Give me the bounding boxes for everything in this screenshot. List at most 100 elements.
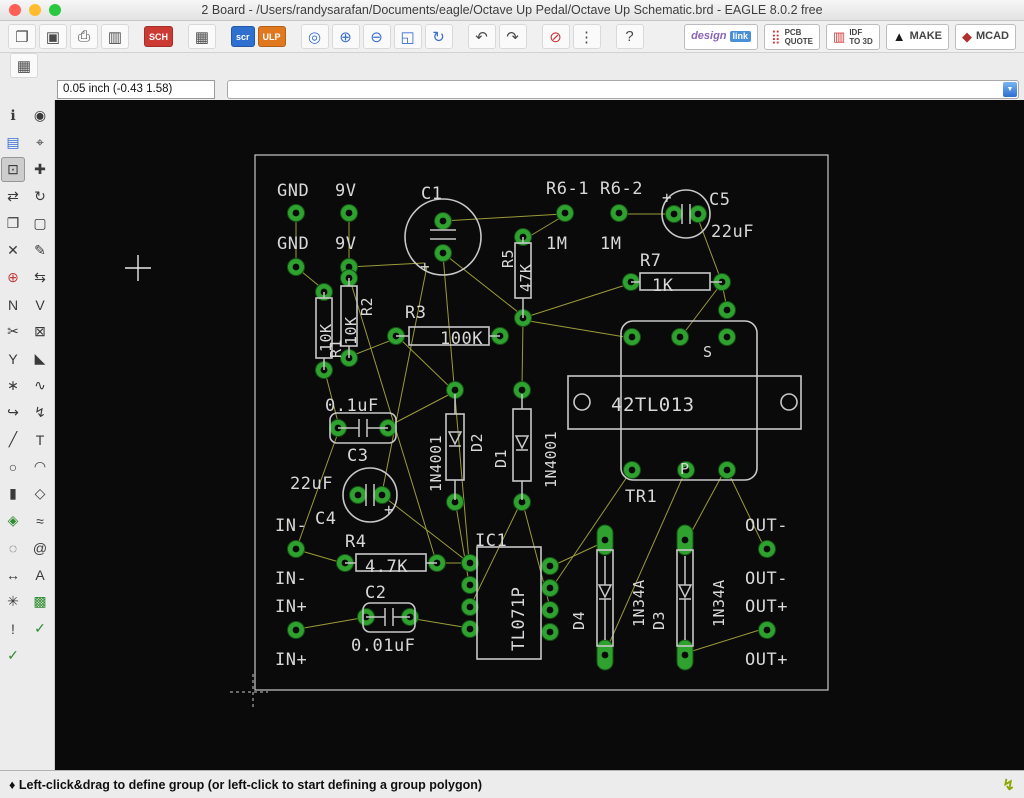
copy-tool[interactable]: ❐ [1,211,25,236]
split-tool[interactable]: Y [1,346,25,371]
svg-text:R4: R4 [345,532,366,552]
make-button[interactable]: ▲ MAKE [885,23,949,50]
rotate-tool[interactable]: ↻ [28,184,52,209]
polygon-tool[interactable]: ◇ [28,481,52,506]
zoom-select-icon[interactable]: ◱ [393,24,422,49]
rect-tool[interactable]: ▮ [1,481,25,506]
svg-text:+: + [662,188,672,207]
zoom-redraw-icon[interactable]: ↻ [424,24,453,49]
show-tool[interactable]: ◉ [28,103,52,128]
autorouter-tool[interactable]: A [28,562,52,587]
svg-text:D3: D3 [650,611,668,630]
paste-tool[interactable]: ▢ [28,211,52,236]
svg-text:1N4001: 1N4001 [542,431,560,488]
wire-tool[interactable]: ╱ [1,427,25,452]
open-board-button[interactable]: ❐ [8,24,36,49]
replace-tool[interactable]: ⊕ [1,265,25,290]
signal-tool[interactable]: ≈ [28,508,52,533]
zoom-fit-icon[interactable]: ◎ [300,24,329,49]
mcad-button[interactable]: ◆ MCAD [955,23,1016,50]
svg-text:OUT-: OUT- [745,569,788,589]
text-tool[interactable]: T [28,427,52,452]
command-combo[interactable]: ▼ [227,79,1019,99]
name-tool[interactable]: N [1,292,25,317]
design-link-button-label: design link [691,31,752,42]
pcb-quote-button[interactable]: ⣿ PCB QUOTE [764,23,821,50]
ratsnest-tool[interactable]: ✳ [1,589,25,614]
svg-text:R5: R5 [499,249,517,268]
dimension-tool[interactable]: ↔ [1,562,25,587]
command-input[interactable] [230,80,1000,98]
display-layers-tool[interactable]: ▤ [1,130,25,155]
mcad-button-icon: ◆ [962,29,972,44]
errors-tool[interactable]: ! [1,616,25,641]
svg-text:C5: C5 [709,190,730,210]
svg-text:D1: D1 [492,449,510,468]
board-canvas[interactable]: GND 9V C1 R6-1 R6-2 C5 22uF GND 9V 1M 1M R547K R7 1K R… [55,100,1024,770]
zoom-out-icon[interactable]: ⊖ [362,24,391,49]
undo-button[interactable]: ↶ [467,24,496,49]
smash-tool[interactable]: ✂ [1,319,25,344]
circle-tool[interactable]: ○ [1,454,25,479]
mirror-tool[interactable]: ⇄ [1,184,25,209]
grid-settings-button[interactable]: ▦ [10,53,38,78]
ripup-tool[interactable]: ↯ [28,400,52,425]
group-tool[interactable]: ⊡ [1,157,25,182]
meander-tool[interactable]: ∿ [28,373,52,398]
stop-button[interactable]: ⊘ [541,24,570,49]
svg-text:C3: C3 [347,446,368,466]
drc-ok-icon[interactable]: ✓ [1,643,25,668]
svg-text:GND: GND [277,181,309,201]
svg-text:47K: 47K [517,263,535,292]
info-tool[interactable]: ℹ [1,103,25,128]
miter-tool[interactable]: ◣ [28,346,52,371]
svg-text:OUT-: OUT- [745,516,788,536]
more-options-button[interactable]: ⋮ [572,24,601,49]
mark-tool[interactable]: ⌖ [28,130,52,155]
erc-ok-icon[interactable]: ✓ [28,616,52,641]
svg-text:IC1: IC1 [475,531,507,551]
svg-text:TR1: TR1 [625,487,657,507]
pinswap-tool[interactable]: ⇆ [28,265,52,290]
energy-icon: ↯ [1002,776,1015,794]
svg-text:0.1uF: 0.1uF [325,396,379,416]
value-tool[interactable]: V [28,292,52,317]
via-tool[interactable]: ◈ [1,508,25,533]
close-button[interactable] [9,4,21,16]
redo-button[interactable]: ↷ [498,24,527,49]
titlebar: 2 Board - /Users/randysarafan/Documents/… [0,0,1024,21]
sheet-grid-button[interactable]: ▦ [188,24,217,49]
attribute-tool[interactable]: @ [28,535,52,560]
zoom-button[interactable] [49,4,61,16]
optimize-tool[interactable]: ∗ [1,373,25,398]
crosshair-cursor [125,255,151,281]
idf-to-3d-button[interactable]: ▥ IDF TO 3D [826,23,880,50]
idf-to-3d-button-label: IDF TO 3D [849,27,873,46]
change-tool[interactable]: ✎ [28,238,52,263]
cam-processor-button[interactable]: ▥ [101,24,129,49]
pcb-quote-button-icon: ⣿ [771,29,781,44]
toolbar-separator [132,36,141,37]
arc-tool[interactable]: ◠ [28,454,52,479]
ulp-button[interactable]: ULP [257,26,286,47]
traffic-lights [9,4,61,16]
svg-text:R6-1: R6-1 [546,179,589,199]
move-tool[interactable]: ✚ [28,157,52,182]
minimize-button[interactable] [29,4,41,16]
zoom-in-icon[interactable]: ⊕ [331,24,360,49]
delete-tool[interactable]: ✕ [1,238,25,263]
route-tool[interactable]: ↪ [1,400,25,425]
svg-text:22uF: 22uF [711,222,754,242]
design-link-button[interactable]: design link [684,23,759,50]
print-button[interactable]: ⎙ [70,24,98,49]
help-button[interactable]: ? [615,24,644,49]
save-button[interactable]: ▣ [39,24,67,49]
schematic-board-switch-button[interactable]: SCH [144,26,174,47]
svg-text:+: + [384,500,394,519]
combo-dropdown-button[interactable]: ▼ [1003,81,1017,97]
drc-tool[interactable]: ▩ [28,589,52,614]
lock-tool[interactable]: ⊠ [28,319,52,344]
script-button[interactable]: scr [231,26,255,47]
svg-text:D4: D4 [570,611,588,630]
hole-tool[interactable]: ◌ [1,535,25,560]
